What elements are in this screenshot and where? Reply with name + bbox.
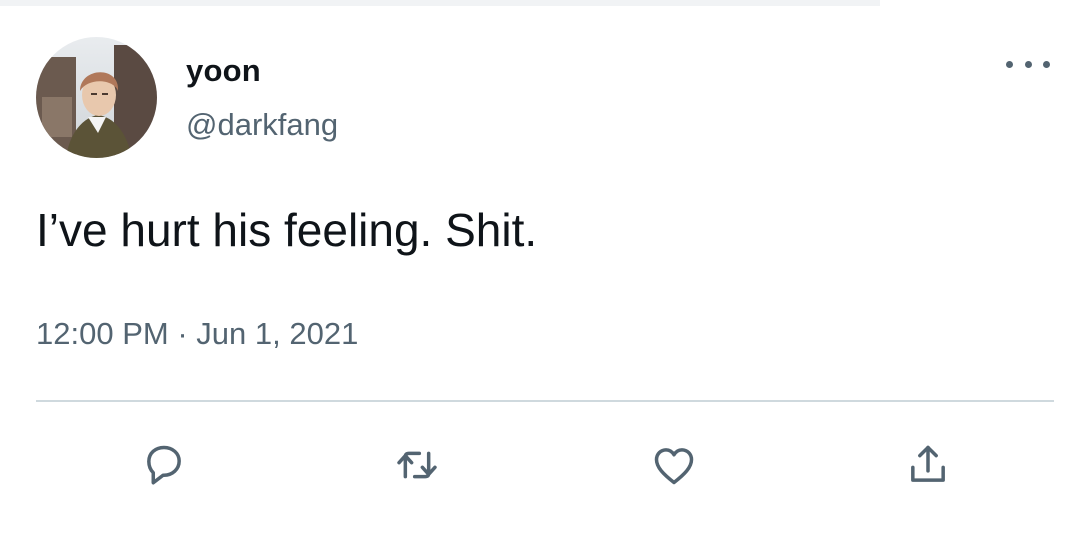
like-button[interactable] [644, 435, 704, 495]
tweet-card: yoon @darkfang I’ve hurt his feeling. Sh… [0, 0, 1089, 550]
more-dot [1043, 60, 1050, 68]
share-button[interactable] [898, 435, 958, 495]
heart-icon [654, 448, 694, 485]
share-upload-icon [911, 445, 945, 482]
retweet-arrows-icon [397, 451, 437, 479]
tweet-time[interactable]: 12:00 PM [36, 316, 169, 351]
tweet-text: I’ve hurt his feeling. Shit. [36, 204, 538, 256]
more-dot [1024, 60, 1032, 68]
avatar[interactable] [36, 37, 157, 158]
tweet-meta: 12:00 PM · Jun 1, 2021 [36, 312, 358, 356]
meta-separator: · [177, 316, 188, 351]
user-handle[interactable]: @darkfang [186, 106, 338, 144]
display-name[interactable]: yoon [186, 52, 261, 90]
more-dot [1006, 60, 1013, 68]
divider [36, 400, 1054, 402]
reply-bubble-icon [147, 445, 181, 485]
profile-photo-icon [36, 37, 157, 158]
retweet-button[interactable] [387, 435, 447, 495]
more-options-button[interactable] [1006, 52, 1050, 76]
reply-button[interactable] [134, 435, 194, 495]
tweet-date[interactable]: Jun 1, 2021 [196, 316, 358, 351]
